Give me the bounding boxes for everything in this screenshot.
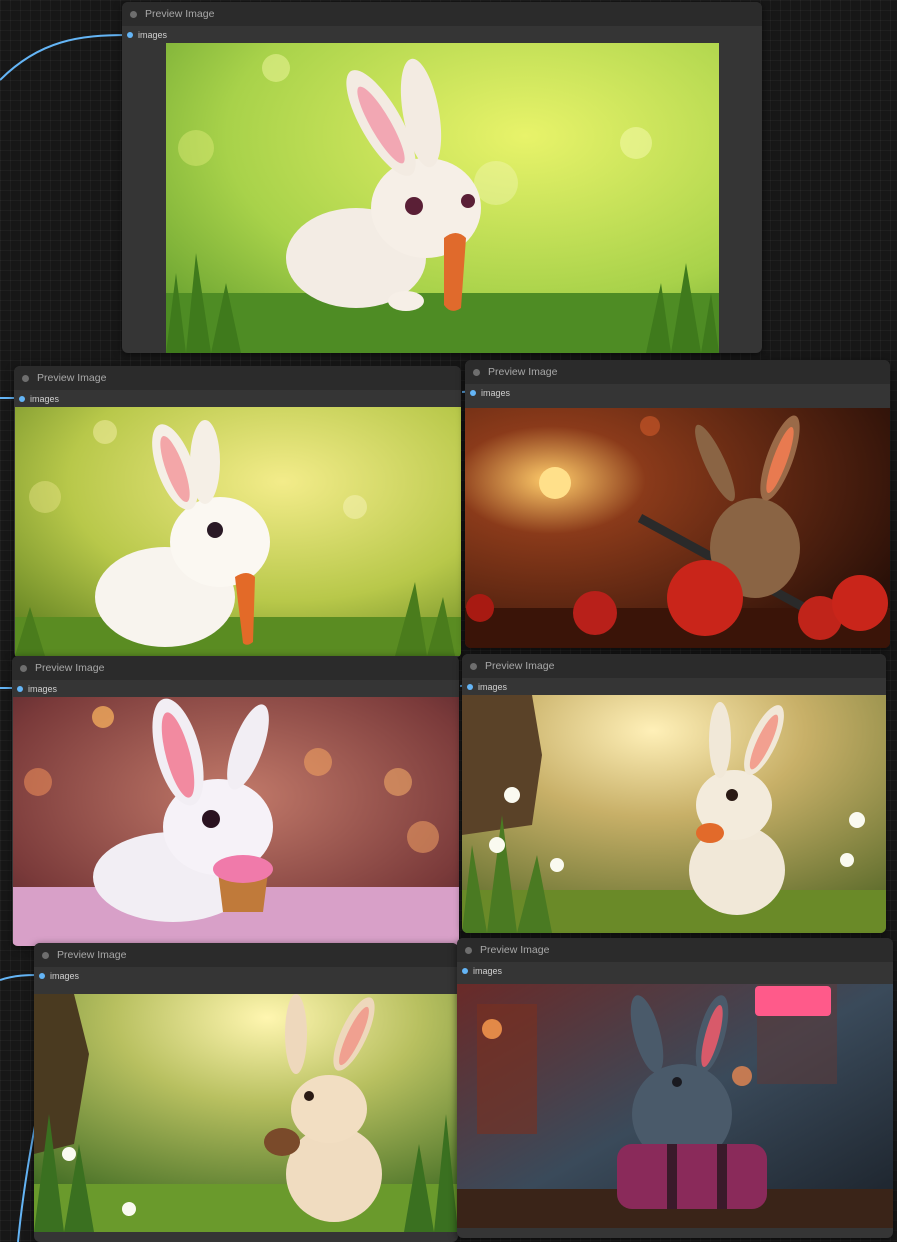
graph-canvas[interactable]: Preview Image images Preview Image image… xyxy=(0,0,897,1242)
input-slot-images[interactable]: images xyxy=(465,384,890,401)
preview-image[interactable] xyxy=(166,43,719,353)
slot-connector-icon[interactable] xyxy=(127,31,133,38)
slot-connector-icon[interactable] xyxy=(19,395,25,402)
collapse-toggle-icon[interactable] xyxy=(130,10,137,18)
slot-connector-icon[interactable] xyxy=(462,967,468,974)
node-title: Preview Image xyxy=(485,660,555,672)
preview-image-node[interactable]: Preview Image images xyxy=(465,360,890,648)
preview-image-node[interactable]: Preview Image images xyxy=(122,2,762,353)
slot-label: images xyxy=(28,683,58,694)
slot-label: images xyxy=(30,393,60,404)
slot-connector-icon[interactable] xyxy=(39,972,45,979)
node-header[interactable]: Preview Image xyxy=(462,654,886,678)
preview-image[interactable] xyxy=(457,984,893,1228)
node-title: Preview Image xyxy=(57,949,127,961)
preview-image-node[interactable]: Preview Image images xyxy=(462,654,886,933)
preview-image-node[interactable]: Preview Image images xyxy=(457,938,893,1238)
node-title: Preview Image xyxy=(145,8,215,20)
slot-label: images xyxy=(50,970,80,981)
collapse-toggle-icon[interactable] xyxy=(465,946,472,954)
preview-image-node[interactable]: Preview Image images xyxy=(14,366,461,658)
preview-image-node[interactable]: Preview Image images xyxy=(34,943,458,1242)
node-header[interactable]: Preview Image xyxy=(12,656,459,680)
slot-label: images xyxy=(138,29,168,40)
node-header[interactable]: Preview Image xyxy=(465,360,890,384)
collapse-toggle-icon[interactable] xyxy=(473,368,480,376)
node-title: Preview Image xyxy=(37,372,107,384)
preview-image-node[interactable]: Preview Image images xyxy=(12,656,459,946)
node-header[interactable]: Preview Image xyxy=(34,943,458,967)
input-slot-images[interactable]: images xyxy=(457,962,893,979)
collapse-toggle-icon[interactable] xyxy=(470,662,477,670)
node-header[interactable]: Preview Image xyxy=(457,938,893,962)
collapse-toggle-icon[interactable] xyxy=(20,664,27,672)
node-header[interactable]: Preview Image xyxy=(14,366,461,390)
input-slot-images[interactable]: images xyxy=(122,26,762,43)
slot-label: images xyxy=(481,387,511,398)
input-slot-images[interactable]: images xyxy=(462,678,886,695)
slot-label: images xyxy=(478,681,508,692)
input-slot-images[interactable]: images xyxy=(14,390,461,407)
link-wire xyxy=(0,34,129,81)
node-header[interactable]: Preview Image xyxy=(122,2,762,26)
slot-connector-icon[interactable] xyxy=(470,389,476,396)
node-title: Preview Image xyxy=(488,366,558,378)
node-title: Preview Image xyxy=(480,944,550,956)
collapse-toggle-icon[interactable] xyxy=(42,951,49,959)
input-slot-images[interactable]: images xyxy=(12,680,459,697)
slot-connector-icon[interactable] xyxy=(17,685,23,692)
preview-image[interactable] xyxy=(13,697,459,946)
preview-image[interactable] xyxy=(34,994,458,1232)
slot-label: images xyxy=(473,965,503,976)
input-slot-images[interactable]: images xyxy=(34,967,458,984)
collapse-toggle-icon[interactable] xyxy=(22,374,29,382)
preview-image[interactable] xyxy=(462,695,886,933)
preview-image[interactable] xyxy=(465,408,890,648)
node-title: Preview Image xyxy=(35,662,105,674)
preview-image[interactable] xyxy=(15,407,461,656)
slot-connector-icon[interactable] xyxy=(467,683,473,690)
